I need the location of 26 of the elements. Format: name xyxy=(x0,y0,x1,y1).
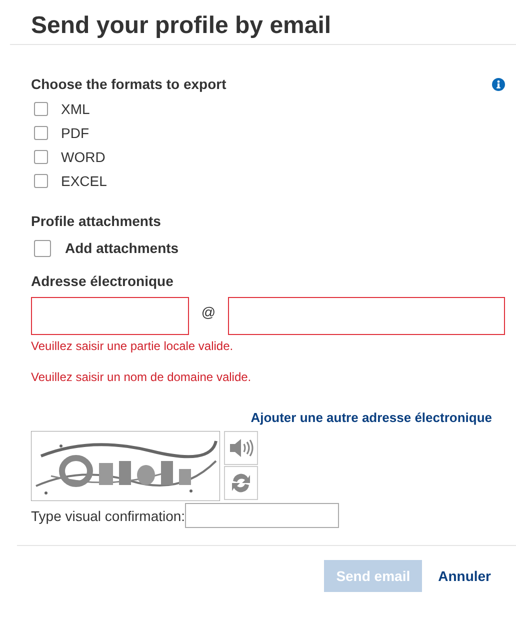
speaker-icon[interactable] xyxy=(224,431,258,465)
checkbox-label: Add attachments xyxy=(65,240,179,256)
field-label: Adresse électronique xyxy=(31,273,174,289)
checkbox[interactable] xyxy=(34,174,48,188)
checkbox[interactable] xyxy=(34,102,48,116)
input-field[interactable] xyxy=(228,297,505,335)
checkbox-label: XML xyxy=(61,101,90,117)
field-label: Type visual confirmation: xyxy=(31,508,186,524)
checkbox-label: PDF xyxy=(61,125,89,141)
refresh-icon[interactable] xyxy=(224,466,258,500)
checkbox[interactable] xyxy=(34,240,51,256)
checkbox-label: WORD xyxy=(61,149,106,165)
cancel-button[interactable]: Annuler xyxy=(430,560,491,592)
at-sign: @ xyxy=(200,303,217,320)
input-field[interactable] xyxy=(31,297,189,335)
checkbox-label: EXCEL xyxy=(61,173,107,189)
error-message: Veuillez saisir une partie locale valide. xyxy=(31,339,234,353)
input-field[interactable] xyxy=(185,503,340,528)
add-email-link[interactable]: Ajouter une autre adresse électronique xyxy=(250,410,492,425)
error-message: Veuillez saisir un nom de domaine valide. xyxy=(31,370,252,384)
section-heading: Profile attachments xyxy=(31,213,162,229)
dialog-title: Send your profile by email xyxy=(30,11,332,41)
checkbox[interactable] xyxy=(34,126,48,140)
section-heading: Choose the formats to export xyxy=(31,76,226,92)
info-icon[interactable] xyxy=(492,78,505,90)
checkbox[interactable] xyxy=(34,150,48,164)
